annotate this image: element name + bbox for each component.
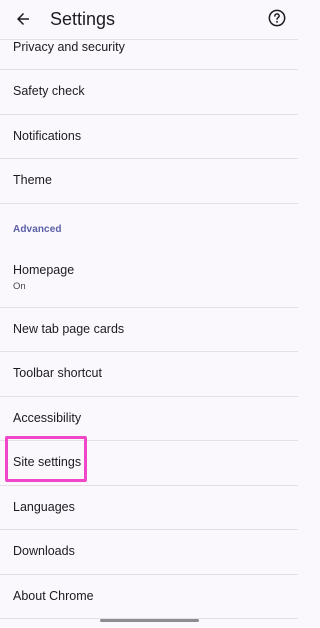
- list-item-site-settings[interactable]: Site settings: [0, 441, 298, 486]
- list-item-label: Safety check: [13, 84, 85, 98]
- arrow-back-icon: [17, 13, 29, 25]
- list-item-accessibility[interactable]: Accessibility: [0, 397, 298, 441]
- list-item-label: Languages: [13, 499, 75, 514]
- list-item-summary: On: [13, 280, 26, 292]
- list-item-label: About Chrome: [13, 588, 94, 603]
- list-item-label: Accessibility: [13, 410, 82, 425]
- list-item-label: Homepage: [13, 262, 75, 277]
- gesture-nav-handle[interactable]: [100, 619, 199, 622]
- list-item-downloads[interactable]: Downloads: [0, 530, 298, 575]
- list-item-safety-check[interactable]: Safety check: [0, 70, 298, 115]
- app-bar: Settings: [0, 0, 298, 40]
- list-item-label: Theme: [13, 173, 52, 187]
- settings-list: Privacy and security Safety check Notifi…: [0, 25, 298, 619]
- list-item-languages[interactable]: Languages: [0, 486, 298, 530]
- list-item-homepage[interactable]: Homepage On: [0, 248, 298, 308]
- help-icon: [268, 9, 286, 27]
- list-item-label: Site settings: [13, 455, 82, 469]
- list-item-about-chrome[interactable]: About Chrome: [0, 575, 298, 619]
- list-item-label: Privacy and security: [13, 40, 125, 54]
- back-button[interactable]: [10, 6, 36, 32]
- list-item-label: Downloads: [13, 544, 75, 558]
- list-item-label: New tab page cards: [13, 321, 125, 336]
- list-item-new-tab-page-cards[interactable]: New tab page cards: [0, 308, 298, 352]
- section-header-advanced: Advanced: [0, 204, 298, 248]
- section-header-label: Advanced: [13, 223, 62, 235]
- list-item-toolbar-shortcut[interactable]: Toolbar shortcut: [0, 352, 298, 397]
- list-item-label: Notifications: [13, 128, 82, 143]
- help-button[interactable]: [266, 7, 288, 29]
- settings-screen: Privacy and security Safety check Notifi…: [0, 0, 298, 628]
- list-item-theme[interactable]: Theme: [0, 159, 298, 204]
- list-item-notifications[interactable]: Notifications: [0, 115, 298, 159]
- list-item-label: Toolbar shortcut: [13, 366, 102, 380]
- page-title: Settings: [50, 9, 116, 29]
